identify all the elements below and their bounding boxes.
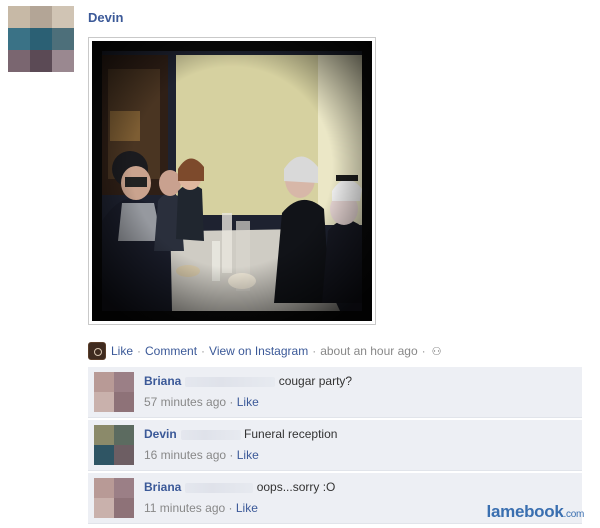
poster-name[interactable]: Devin bbox=[88, 10, 123, 25]
commenter-name[interactable]: Devin bbox=[144, 427, 177, 441]
separator: · bbox=[312, 344, 317, 358]
comment-item: Briana cougar party? 57 minutes ago · Li… bbox=[88, 367, 582, 418]
comment-timestamp[interactable]: 16 minutes ago bbox=[144, 448, 226, 462]
comment-link[interactable]: Comment bbox=[145, 344, 197, 358]
post-photo[interactable] bbox=[88, 37, 376, 325]
watermark-suffix: .com bbox=[563, 509, 585, 520]
avatar-pixel bbox=[52, 28, 74, 50]
comment-like-link[interactable]: Like bbox=[237, 395, 259, 409]
avatar-pixel bbox=[8, 50, 30, 72]
instagram-icon[interactable] bbox=[88, 342, 106, 360]
post-timestamp[interactable]: about an hour ago bbox=[320, 344, 417, 358]
comment-timestamp[interactable]: 11 minutes ago bbox=[144, 501, 225, 515]
poster-avatar[interactable] bbox=[8, 6, 74, 72]
avatar-pixel bbox=[8, 28, 30, 50]
separator: · bbox=[228, 501, 233, 515]
redacted-surname bbox=[185, 376, 276, 387]
commenter-avatar[interactable] bbox=[94, 478, 134, 518]
comment-text: oops...sorry :O bbox=[256, 480, 336, 494]
avatar-pixel bbox=[52, 50, 74, 72]
comment-like-link[interactable]: Like bbox=[237, 448, 259, 462]
redacted-surname bbox=[180, 429, 241, 440]
separator: · bbox=[421, 344, 426, 358]
avatar-pixel bbox=[8, 6, 30, 28]
separator: · bbox=[137, 344, 142, 358]
comment-timestamp[interactable]: 57 minutes ago bbox=[144, 395, 226, 409]
separator: · bbox=[229, 448, 234, 462]
comment-like-link[interactable]: Like bbox=[236, 501, 258, 515]
friends-audience-icon[interactable]: ⚇ bbox=[432, 345, 442, 358]
commenter-avatar[interactable] bbox=[94, 425, 134, 465]
commenter-name[interactable]: Briana bbox=[144, 480, 181, 494]
view-on-instagram-link[interactable]: View on Instagram bbox=[209, 344, 308, 358]
instagram-photo bbox=[92, 41, 372, 321]
comment-item: Devin Funeral reception 16 minutes ago ·… bbox=[88, 420, 582, 471]
comment-text: Funeral reception bbox=[244, 427, 338, 441]
photo-scene bbox=[92, 41, 372, 321]
separator: · bbox=[229, 395, 234, 409]
comment-text: cougar party? bbox=[278, 374, 353, 388]
avatar-pixel bbox=[30, 6, 52, 28]
avatar-pixel bbox=[52, 6, 74, 28]
commenter-name[interactable]: Briana bbox=[144, 374, 181, 388]
lamebook-watermark: lamebook.com bbox=[486, 502, 585, 522]
avatar-pixel bbox=[30, 28, 52, 50]
like-link[interactable]: Like bbox=[111, 344, 133, 358]
commenter-avatar[interactable] bbox=[94, 372, 134, 412]
separator: · bbox=[201, 344, 206, 358]
post-action-bar: Like · Comment · View on Instagram · abo… bbox=[88, 342, 442, 360]
avatar-pixel bbox=[30, 50, 52, 72]
redacted-surname bbox=[185, 482, 254, 493]
watermark-main: lamebook bbox=[486, 502, 564, 521]
